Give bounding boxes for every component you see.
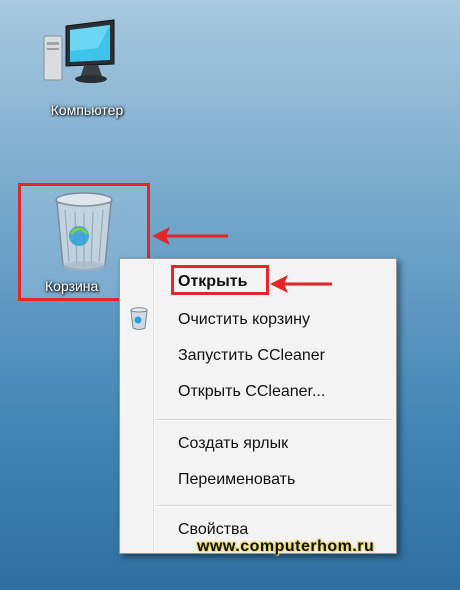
- desktop-icon-computer[interactable]: Компьютер: [28, 18, 146, 128]
- computer-icon: [43, 19, 115, 83]
- computer-label: Компьютер: [50, 102, 124, 118]
- context-menu: Открыть Очистить корзину Запустить CClea…: [119, 258, 397, 554]
- menu-item-open-ccleaner[interactable]: Открыть CCleaner...: [120, 377, 396, 407]
- recycle-bin-icon: [55, 192, 113, 271]
- open-highlight-frame: [171, 265, 269, 295]
- arrow-to-recycle-bin-icon: [152, 227, 228, 245]
- menu-separator: [156, 505, 392, 507]
- arrow-to-open-icon: [270, 275, 332, 293]
- menu-item-create-shortcut[interactable]: Создать ярлык: [120, 429, 396, 459]
- desktop: Компьютер Корзина Открыть Очистить корзи…: [0, 0, 460, 590]
- menu-item-rename[interactable]: Переименовать: [120, 465, 396, 495]
- watermark: www.computerhom.ru: [197, 538, 375, 555]
- menu-item-run-ccleaner[interactable]: Запустить CCleaner: [120, 341, 396, 371]
- menu-item-empty-bin[interactable]: Очистить корзину: [120, 305, 396, 335]
- menu-separator: [156, 419, 392, 421]
